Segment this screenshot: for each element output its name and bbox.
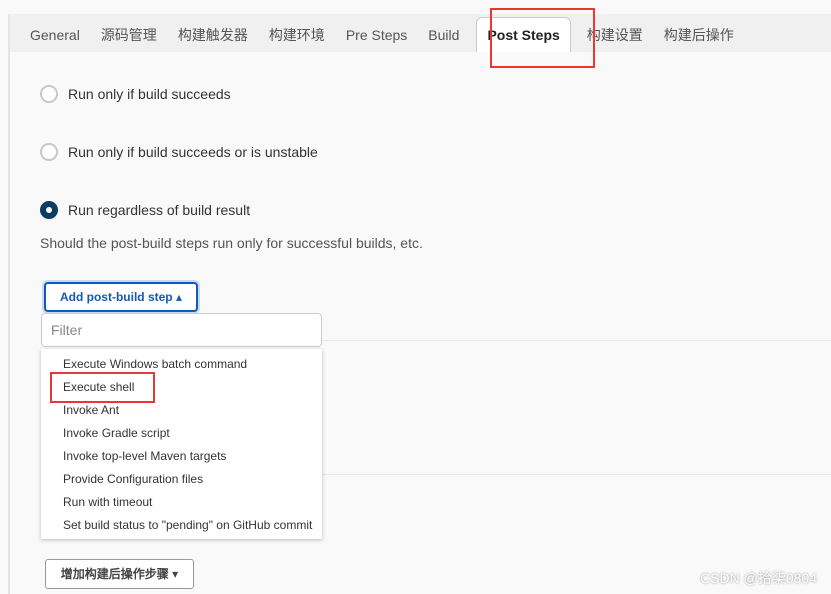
radio-button[interactable] xyxy=(40,85,58,103)
left-border xyxy=(8,14,10,594)
menu-item-invoke-gradle[interactable]: Invoke Gradle script xyxy=(41,422,322,445)
caret-up-icon: ▴ xyxy=(175,290,183,304)
tab-post-build-actions[interactable]: 构建后操作 xyxy=(654,14,744,52)
caret-down-icon: ▾ xyxy=(172,567,179,581)
radio-label: Run regardless of build result xyxy=(68,202,251,218)
button-label: Add post-build step xyxy=(59,290,173,304)
filter-input[interactable] xyxy=(41,313,322,347)
radio-label: Run only if build succeeds or is unstabl… xyxy=(68,144,318,160)
menu-item-provide-config-files[interactable]: Provide Configuration files xyxy=(41,468,322,491)
add-post-build-step-button[interactable]: Add post-build step ▴ xyxy=(44,282,198,312)
tab-pre-steps[interactable]: Pre Steps xyxy=(336,14,417,52)
button-label: 增加构建后操作步骤 xyxy=(60,567,169,581)
radio-button-selected[interactable] xyxy=(40,201,58,219)
tab-source[interactable]: 源码管理 xyxy=(91,14,167,52)
divider xyxy=(322,340,831,341)
highlight-box-tab xyxy=(490,8,595,68)
menu-item-set-build-status[interactable]: Set build status to "pending" on GitHub … xyxy=(41,514,322,537)
menu-item-invoke-maven[interactable]: Invoke top-level Maven targets xyxy=(41,445,322,468)
radio-run-regardless[interactable]: Run regardless of build result xyxy=(40,201,250,219)
highlight-box-execute-shell xyxy=(50,372,155,403)
divider xyxy=(322,474,831,475)
radio-run-if-succeeds-or-unstable[interactable]: Run only if build succeeds or is unstabl… xyxy=(40,143,318,161)
radio-run-if-succeeds[interactable]: Run only if build succeeds xyxy=(40,85,231,103)
tab-build[interactable]: Build xyxy=(418,14,469,52)
add-post-build-action-button[interactable]: 增加构建后操作步骤 ▾ xyxy=(45,559,194,589)
tab-bar: General 源码管理 构建触发器 构建环境 Pre Steps Build … xyxy=(10,14,831,52)
tab-environment[interactable]: 构建环境 xyxy=(259,14,335,52)
watermark: CSDN @拾柒0804 xyxy=(700,570,817,586)
radio-label: Run only if build succeeds xyxy=(68,86,231,102)
menu-item-run-with-timeout[interactable]: Run with timeout xyxy=(41,491,322,514)
tab-general[interactable]: General xyxy=(10,14,90,52)
radio-button[interactable] xyxy=(40,143,58,161)
tab-triggers[interactable]: 构建触发器 xyxy=(168,14,258,52)
description: Should the post-build steps run only for… xyxy=(40,235,423,251)
